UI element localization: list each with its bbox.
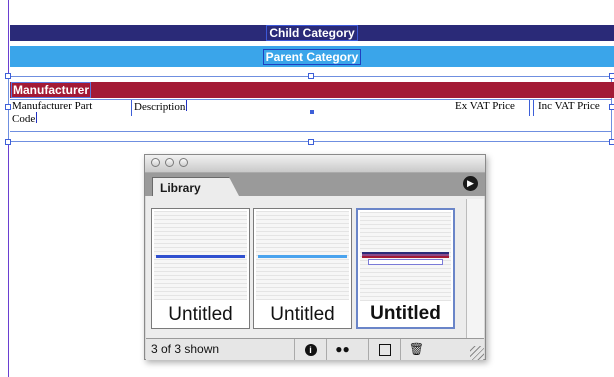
- parent-category-band[interactable]: Parent Category: [10, 46, 614, 67]
- item-name: Untitled: [370, 303, 441, 324]
- preview-line: [258, 255, 347, 258]
- guide-line: [8, 0, 9, 377]
- trash-icon: 🗑: [408, 342, 425, 356]
- tab-label: Library: [160, 181, 201, 195]
- item-preview: [256, 211, 349, 300]
- preview-line: [362, 256, 449, 258]
- parent-category-label: Parent Category: [262, 48, 362, 65]
- library-item[interactable]: Untitled: [253, 208, 352, 329]
- tab-library[interactable]: Library: [152, 177, 239, 196]
- column-label: Ex VAT Price: [455, 100, 515, 112]
- row-divider: [10, 131, 612, 132]
- zoom-button[interactable]: [179, 158, 188, 167]
- library-item[interactable]: Untitled: [151, 208, 250, 329]
- column-label: Code: [12, 113, 36, 125]
- library-palette[interactable]: Library ▶ Untitled Untitled Untitled 3 o…: [144, 154, 486, 360]
- column-label: Manufacturer Part: [12, 100, 93, 112]
- item-info-button[interactable]: i: [294, 339, 326, 360]
- palette-scrollbar[interactable]: [466, 199, 484, 338]
- selection-handle[interactable]: [5, 73, 11, 79]
- palette-statusbar: 3 of 3 shown i ●● 🗑: [146, 338, 484, 360]
- palette-menu-button[interactable]: ▶: [463, 176, 478, 191]
- column-divider: [529, 100, 530, 116]
- column-divider: [533, 100, 534, 116]
- tab-row: Library ▶: [145, 173, 485, 196]
- resize-grip-icon[interactable]: [470, 346, 484, 360]
- close-button[interactable]: [151, 158, 160, 167]
- child-category-band[interactable]: Child Category: [10, 25, 614, 41]
- column-header-description[interactable]: Description: [134, 100, 188, 113]
- item-name: Untitled: [270, 304, 335, 325]
- center-point: [310, 110, 314, 114]
- new-library-item-button[interactable]: [368, 339, 400, 360]
- selection-handle[interactable]: [5, 139, 11, 145]
- new-item-icon: [378, 343, 391, 356]
- row-divider: [10, 99, 612, 100]
- item-preview: [154, 211, 247, 300]
- selection-handle[interactable]: [308, 139, 314, 145]
- item-preview: [360, 212, 451, 301]
- manufacturer-band[interactable]: Manufacturer: [10, 82, 614, 98]
- binoculars-icon: ●●: [335, 342, 350, 356]
- preview-line: [156, 255, 245, 258]
- selection-handle[interactable]: [609, 139, 614, 145]
- column-label: Description: [134, 101, 186, 113]
- info-icon: i: [304, 344, 317, 356]
- column-divider: [131, 100, 132, 116]
- status-text: 3 of 3 shown: [151, 342, 220, 356]
- play-arrow-icon: ▶: [467, 178, 474, 188]
- child-category-label: Child Category: [266, 25, 358, 41]
- library-items-area: Untitled Untitled Untitled: [146, 196, 484, 338]
- delete-item-button[interactable]: 🗑: [400, 339, 432, 360]
- manufacturer-label: Manufacturer: [10, 82, 92, 98]
- show-subset-button[interactable]: ●●: [326, 339, 358, 360]
- selection-handle[interactable]: [308, 73, 314, 79]
- selection-handle[interactable]: [5, 104, 11, 110]
- item-name: Untitled: [168, 304, 233, 325]
- column-header-inc-vat[interactable]: Inc VAT Price: [538, 100, 600, 112]
- minimize-button[interactable]: [165, 158, 174, 167]
- library-item-selected[interactable]: Untitled: [356, 208, 455, 329]
- selection-handle[interactable]: [609, 104, 614, 110]
- column-header-part-code[interactable]: Manufacturer Part Code: [12, 100, 92, 125]
- palette-titlebar[interactable]: [145, 155, 485, 173]
- column-label: Inc VAT Price: [538, 100, 600, 112]
- preview-line: [368, 259, 443, 265]
- column-header-ex-vat[interactable]: Ex VAT Price: [455, 100, 515, 112]
- selection-handle[interactable]: [609, 73, 614, 79]
